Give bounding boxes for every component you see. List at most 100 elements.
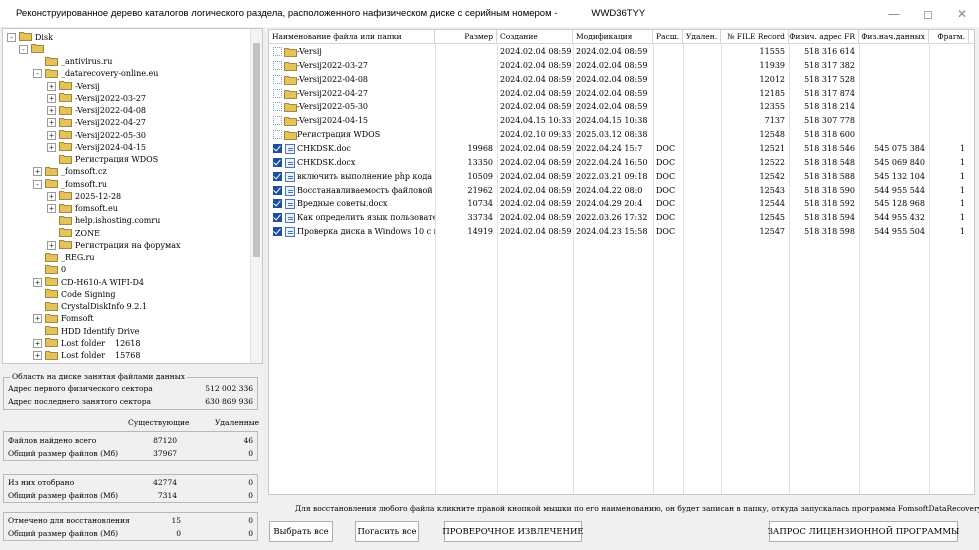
select-all-button[interactable]: Выбрать все (269, 521, 333, 542)
col-data-addr-header[interactable]: Физ.нач.данных (859, 30, 929, 44)
col-frag-cell: 1 (959, 199, 965, 209)
file-row[interactable]: -Versij2022-05-30 2024.02.04 08:59 2024.02… (269, 100, 974, 114)
col-created-cell: 2024.02.04 08:59 (500, 185, 572, 195)
row-checkbox[interactable] (273, 130, 282, 140)
tree-node[interactable]: - Disk (7, 31, 53, 43)
tree-node[interactable]: + Lost folder 12618 (33, 337, 140, 349)
tree-node[interactable]: + fomsoft.eu (47, 203, 118, 215)
tree-node[interactable]: _antivirus.ru (33, 56, 112, 68)
tree-node[interactable]: + -Versij (47, 80, 100, 92)
file-list[interactable]: Наименование файла или папки Размер Создан… (268, 29, 975, 495)
col-name-header[interactable]: Наименование файла или папки (269, 30, 435, 44)
tree-node[interactable]: - _fomsoft.ru (33, 178, 107, 190)
tree-node[interactable]: ZONE (47, 227, 100, 239)
row-checkbox[interactable] (273, 116, 282, 126)
expand-icon[interactable]: + (33, 167, 42, 177)
file-row[interactable]: Как определить язык пользователя ... 3373… (269, 211, 974, 225)
tree-node[interactable]: + _fomsoft.cz (33, 166, 107, 178)
row-checkbox[interactable] (273, 60, 282, 70)
file-row[interactable]: -Versij2022-03-27 2024.02.04 08:59 2024.02… (269, 59, 974, 73)
row-checkbox[interactable] (273, 227, 282, 237)
expand-icon[interactable]: + (33, 351, 42, 360)
row-checkbox[interactable] (273, 199, 282, 209)
row-checkbox[interactable] (273, 74, 282, 84)
tree-node[interactable]: Регистрация WDOS (47, 154, 158, 166)
document-icon (285, 171, 295, 182)
expand-icon[interactable]: + (47, 118, 56, 128)
license-request-button[interactable]: ЗАПРОС ЛИЦЕНЗИОННОЙ ПРОГРАММЫ (768, 521, 959, 542)
tree-node[interactable]: +2025-12-28 (47, 190, 121, 202)
expand-icon[interactable]: + (33, 338, 42, 348)
expand-icon[interactable]: + (33, 314, 42, 324)
row-checkbox[interactable] (273, 143, 282, 153)
file-row[interactable]: Проверка диска в Windows 10 с по... 14919… (269, 225, 974, 239)
file-row[interactable]: Восстанавливаемость файловой си... 21962 2… (269, 184, 974, 198)
row-checkbox[interactable] (273, 47, 282, 56)
close-icon[interactable]: ✕ (945, 0, 979, 27)
tree-node[interactable]: 0 (33, 264, 66, 276)
clear-all-button[interactable]: Погасить все (355, 521, 419, 542)
tree-node[interactable]: + -Versij2022-04-08 (47, 105, 146, 117)
minimize-icon[interactable]: — (877, 0, 911, 27)
col-modified-header[interactable]: Модификация (573, 30, 653, 44)
collapse-icon[interactable]: - (19, 44, 28, 54)
expand-icon[interactable]: + (33, 277, 42, 287)
row-checkbox[interactable] (273, 185, 282, 195)
tree-node[interactable]: + -Versij2024-04-15 (47, 141, 146, 153)
tree-node[interactable]: + Fomsoft (33, 313, 94, 325)
file-row[interactable]: CHKDSK.doc 19968 2024.02.04 08:59 2022.04.2… (269, 142, 974, 156)
tree-node[interactable]: + -Versij2022-04-27 (47, 117, 146, 129)
tree-node[interactable]: + Lost folder 15768 (33, 350, 140, 362)
tree-node[interactable]: - _datarecovery-online.eu (33, 68, 158, 80)
col-ext-header[interactable]: Расш. (653, 30, 683, 44)
file-row[interactable]: Вредные советы.docx 10734 2024.02.04 08:59… (269, 197, 974, 211)
row-checkbox[interactable] (273, 157, 282, 167)
collapse-icon[interactable]: - (33, 69, 42, 79)
tree-scrollbar-thumb[interactable] (253, 43, 260, 257)
col-fr-addr-header[interactable]: Физич. адрес FR (789, 30, 859, 44)
tree-node[interactable]: + -Versij2022-03-27 (47, 92, 146, 104)
row-checkbox[interactable] (273, 102, 282, 112)
tree-scrollbar[interactable] (250, 29, 262, 363)
tree-node[interactable]: CrystalDiskInfo 9.2.1 (33, 301, 147, 313)
file-row[interactable]: включить выполнение php кода в h... 10509… (269, 170, 974, 184)
col-frag-header[interactable]: Фрагм. (929, 30, 969, 44)
tree-node[interactable]: Code Signing (33, 288, 115, 300)
directory-tree[interactable]: - Disk - _antivirus.ru - _datarecovery-online… (2, 28, 263, 364)
tree-node[interactable]: HDD Identify Drive (33, 325, 139, 337)
row-checkbox[interactable] (273, 88, 282, 98)
row-checkbox[interactable] (273, 213, 282, 223)
selected-deleted: 0 (248, 478, 253, 487)
col-record-header[interactable]: № FILE Record (721, 30, 789, 44)
col-size-header[interactable]: Размер (435, 30, 497, 44)
col-deleted-header[interactable]: Удален. (683, 30, 721, 44)
expand-icon[interactable]: + (47, 191, 56, 201)
file-row[interactable]: -Versij2022-04-27 2024.02.04 08:59 2024.02… (269, 87, 974, 101)
file-row[interactable]: -Versij2024-04-15 2024.04.15 10:33 2024.04… (269, 114, 974, 128)
expand-icon[interactable]: + (47, 240, 56, 250)
tree-node[interactable]: + CD-H610-A WIFI-D4 (33, 276, 144, 288)
file-row[interactable]: Регистрация WDOS 2024.02.10 09:33 2025.03.… (269, 128, 974, 142)
row-checkbox[interactable] (273, 171, 282, 181)
file-row[interactable]: CHKDSK.docx 13350 2024.02.04 08:59 2022.04.… (269, 156, 974, 170)
collapse-icon[interactable]: - (7, 32, 16, 42)
tree-node[interactable]: help.ishosting.comru (47, 215, 160, 227)
tree-node[interactable]: + -Versij2022-05-30 (47, 129, 146, 141)
maximize-icon[interactable]: ◻ (911, 0, 945, 27)
col-created-header[interactable]: Создание (497, 30, 573, 44)
file-row[interactable]: -Versij 2024.02.04 08:59 2024.02.04 08:59 1… (269, 45, 974, 59)
tree-node[interactable]: - (19, 43, 47, 55)
tree-node[interactable]: + Регистрация на форумах (47, 239, 181, 251)
col-name-cell: -Versij2022-04-08 (297, 74, 368, 84)
expand-icon[interactable]: + (47, 93, 56, 103)
col-record-cell: 12548 (759, 130, 785, 140)
file-row[interactable]: -Versij2022-04-08 2024.02.04 08:59 2024.02… (269, 73, 974, 87)
expand-icon[interactable]: + (47, 81, 56, 91)
expand-icon[interactable]: + (47, 130, 56, 140)
tree-node[interactable]: _REG.ru (33, 252, 95, 264)
expand-icon[interactable]: + (47, 204, 56, 213)
expand-icon[interactable]: + (47, 106, 56, 115)
expand-icon[interactable]: + (47, 142, 56, 152)
test-extract-button[interactable]: ПРОВЕРОЧНОЕ ИЗВЛЕЧЕНИЕ (442, 521, 584, 542)
collapse-icon[interactable]: - (33, 179, 42, 189)
